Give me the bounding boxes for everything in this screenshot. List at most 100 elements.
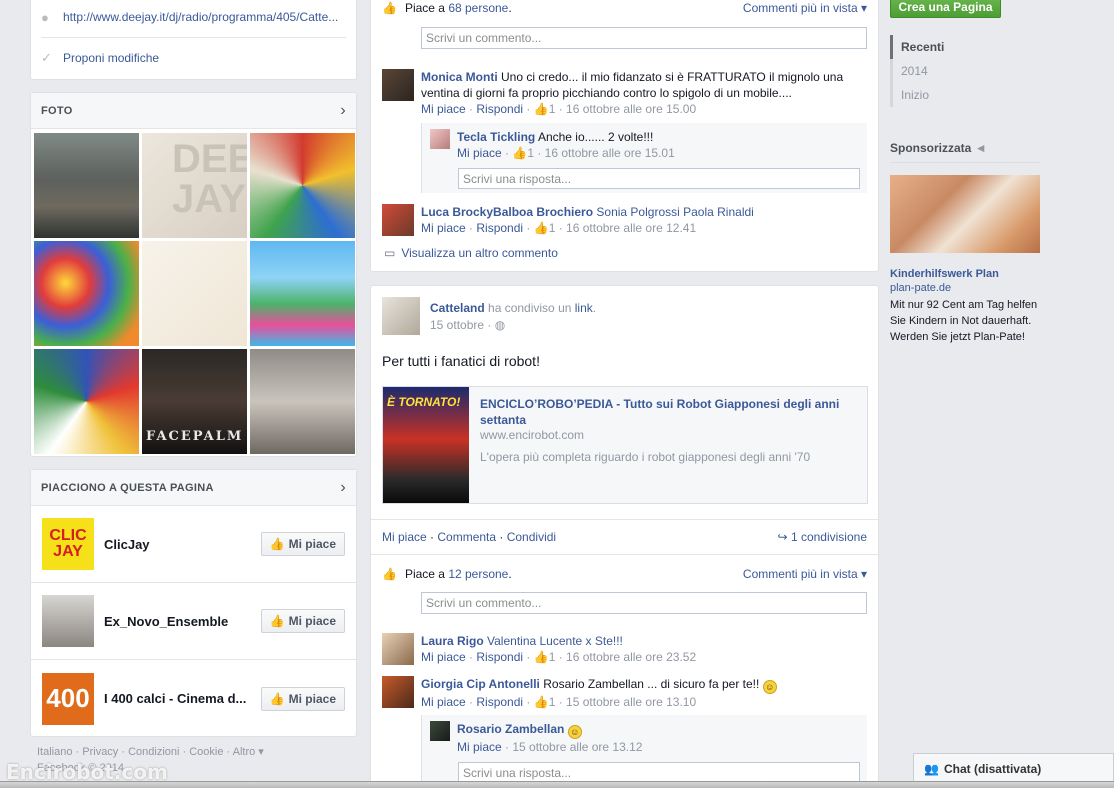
thumbs-up-icon[interactable]: 👍 bbox=[534, 695, 549, 709]
ad-image[interactable] bbox=[890, 175, 1040, 253]
photo-thumbnail[interactable] bbox=[34, 349, 139, 454]
photo-thumbnail[interactable] bbox=[34, 133, 139, 238]
page-avatar[interactable] bbox=[382, 297, 420, 335]
share-post-link[interactable]: Condividi bbox=[507, 530, 556, 544]
photo-thumbnail[interactable]: FACEPALM bbox=[142, 349, 247, 454]
photos-header[interactable]: FOTO › bbox=[31, 93, 356, 129]
like-page-button[interactable]: 👍 Mi piace bbox=[260, 532, 345, 556]
comment-like-link[interactable]: Mi piace bbox=[421, 650, 466, 664]
link-preview-image[interactable]: È TORNATO! bbox=[383, 387, 469, 503]
ad-text: Mit nur 92 Cent am Tag helfen Sie Kinder… bbox=[890, 299, 1038, 343]
comment-like-link[interactable]: Mi piace bbox=[457, 146, 502, 160]
post-author[interactable]: Catteland bbox=[430, 301, 485, 315]
likes-count-link[interactable]: 68 persone bbox=[448, 1, 508, 15]
page-logo[interactable]: CLIC JAY bbox=[42, 518, 94, 570]
avatar[interactable] bbox=[382, 676, 414, 708]
shares-count-label[interactable]: 1 condivisione bbox=[791, 530, 867, 544]
link-preview-card[interactable]: È TORNATO! ENCICLO’ROBO’PEDIA - Tutto su… bbox=[382, 386, 868, 504]
page-logo[interactable] bbox=[42, 595, 94, 647]
website-row[interactable]: ● http://www.deejay.it/dj/radio/programm… bbox=[31, 0, 356, 37]
comment-author[interactable]: Rosario Zambellan bbox=[457, 722, 564, 736]
comment-like-link[interactable]: Mi piace bbox=[421, 221, 466, 235]
comment-like-count[interactable]: 1 bbox=[549, 695, 556, 709]
comment-like-count[interactable]: 1 bbox=[549, 102, 556, 116]
like-page-button[interactable]: 👍 Mi piace bbox=[260, 609, 345, 633]
avatar[interactable] bbox=[382, 204, 414, 236]
sort-comments-dropdown[interactable]: Commenti più in vista ▾ bbox=[743, 567, 867, 581]
page-name[interactable]: I 400 calci - Cinema d... bbox=[104, 691, 261, 706]
comment-timestamp[interactable]: 15 ottobre alle ore 13.10 bbox=[566, 695, 696, 709]
create-page-button[interactable]: Crea una Pagina bbox=[890, 0, 1001, 18]
photo-thumbnail[interactable] bbox=[250, 241, 355, 346]
comment-reply-link[interactable]: Rispondi bbox=[476, 650, 523, 664]
comment-text[interactable]: Valentina Lucente x Ste!!! bbox=[487, 634, 623, 648]
comment-post-link[interactable]: Commenta bbox=[437, 530, 496, 544]
comment-reply-link[interactable]: Rispondi bbox=[476, 221, 523, 235]
suggest-edits-link[interactable]: Proponi modifiche bbox=[63, 51, 159, 65]
thumbs-up-icon[interactable]: 👍 bbox=[534, 650, 549, 664]
page-name[interactable]: Ex_Novo_Ensemble bbox=[104, 614, 261, 629]
comment-reply-link[interactable]: Rispondi bbox=[476, 102, 523, 116]
comment-timestamp[interactable]: 16 ottobre alle ore 15.01 bbox=[545, 146, 675, 160]
avatar[interactable] bbox=[382, 69, 414, 101]
shares-count[interactable]: ↪ 1 condivisione bbox=[778, 530, 867, 544]
comment-author[interactable]: Luca BrockyBalboa Brochiero bbox=[421, 205, 593, 219]
sort-comments-dropdown[interactable]: Commenti più in vista ▾ bbox=[743, 1, 867, 15]
comment-like-count[interactable]: 1 bbox=[549, 221, 556, 235]
like-post-link[interactable]: Mi piace bbox=[382, 530, 427, 544]
reply-input[interactable]: Scrivi una risposta... bbox=[458, 168, 860, 189]
comment-input[interactable]: Scrivi un commento... bbox=[421, 27, 867, 49]
thumbs-up-icon[interactable]: 👍 bbox=[534, 221, 549, 235]
comment-author[interactable]: Monica Monti bbox=[421, 70, 498, 84]
comment-reply-link[interactable]: Rispondi bbox=[476, 695, 523, 709]
thumbs-up-icon[interactable]: 👍 bbox=[534, 102, 549, 116]
view-more-comments-label[interactable]: Visualizza un altro commento bbox=[401, 246, 558, 260]
comment-timestamp[interactable]: 16 ottobre alle ore 15.00 bbox=[566, 102, 696, 116]
comment-like-count[interactable]: 1 bbox=[549, 650, 556, 664]
chat-bar[interactable]: 👥 Chat (disattivata) bbox=[913, 753, 1114, 783]
comment-text[interactable]: Sonia Polgrossi Paola Rinaldi bbox=[596, 205, 753, 219]
chevron-right-icon[interactable]: › bbox=[340, 102, 346, 120]
footer-links[interactable]: Italiano · Privacy · Condizioni · Cookie… bbox=[37, 744, 264, 760]
ad-title[interactable]: Kinderhilfswerk Plan bbox=[890, 268, 999, 280]
website-link[interactable]: http://www.deejay.it/dj/radio/programma/… bbox=[63, 10, 338, 24]
year-nav-item[interactable]: 2014 bbox=[890, 59, 944, 83]
ad-host[interactable]: plan-pate.de bbox=[890, 282, 951, 294]
comment-like-link[interactable]: Mi piace bbox=[457, 740, 502, 754]
photo-thumbnail[interactable] bbox=[34, 241, 139, 346]
comment-like-count[interactable]: 1 bbox=[527, 146, 534, 160]
comment-author[interactable]: Laura Rigo bbox=[421, 634, 484, 648]
post-date-row: 15 ottobre · ◍ bbox=[430, 318, 506, 332]
liked-pages-header[interactable]: PIACCIONO A QUESTA PAGINA › bbox=[31, 470, 356, 506]
chevron-right-icon[interactable]: › bbox=[340, 479, 346, 497]
link-title[interactable]: ENCICLO’ROBO’PEDIA - Tutto sui Robot Gia… bbox=[480, 396, 850, 428]
page-logo[interactable]: 400 bbox=[42, 672, 94, 725]
avatar[interactable] bbox=[430, 721, 450, 741]
likes-count-link[interactable]: 12 persone bbox=[448, 567, 508, 581]
reply-input[interactable]: Scrivi una risposta... bbox=[458, 762, 860, 783]
post-date[interactable]: 15 ottobre bbox=[430, 318, 484, 332]
photo-thumbnail[interactable] bbox=[142, 241, 247, 346]
thumbs-up-icon[interactable]: 👍 bbox=[512, 146, 527, 160]
shared-link-word[interactable]: link bbox=[575, 301, 593, 315]
comment-input[interactable]: Scrivi un commento... bbox=[421, 592, 867, 614]
year-nav-item[interactable]: Inizio bbox=[890, 83, 944, 107]
photo-thumbnail[interactable]: DEE JAY bbox=[142, 133, 247, 238]
avatar[interactable] bbox=[430, 129, 450, 149]
comment-like-link[interactable]: Mi piace bbox=[421, 102, 466, 116]
about-panel: ● http://www.deejay.it/dj/radio/programm… bbox=[30, 0, 357, 80]
avatar[interactable] bbox=[382, 633, 414, 665]
comment-timestamp[interactable]: 16 ottobre alle ore 12.41 bbox=[566, 221, 696, 235]
comment-timestamp[interactable]: 16 ottobre alle ore 23.52 bbox=[566, 650, 696, 664]
suggest-edits-row[interactable]: ✓ Proponi modifiche bbox=[31, 38, 356, 78]
comment-timestamp[interactable]: 15 ottobre alle ore 13.12 bbox=[512, 740, 642, 754]
like-page-button[interactable]: 👍 Mi piace bbox=[260, 686, 345, 711]
view-more-comments[interactable]: ▭ Visualizza un altro commento bbox=[384, 246, 558, 260]
comment-like-link[interactable]: Mi piace bbox=[421, 695, 466, 709]
comment-author[interactable]: Giorgia Cip Antonelli bbox=[421, 677, 540, 691]
year-nav-item[interactable]: Recenti bbox=[890, 35, 944, 59]
photo-thumbnail[interactable] bbox=[250, 349, 355, 454]
page-name[interactable]: ClicJay bbox=[104, 537, 261, 552]
photo-thumbnail[interactable] bbox=[250, 133, 355, 238]
comment-author[interactable]: Tecla Tickling bbox=[457, 130, 535, 144]
